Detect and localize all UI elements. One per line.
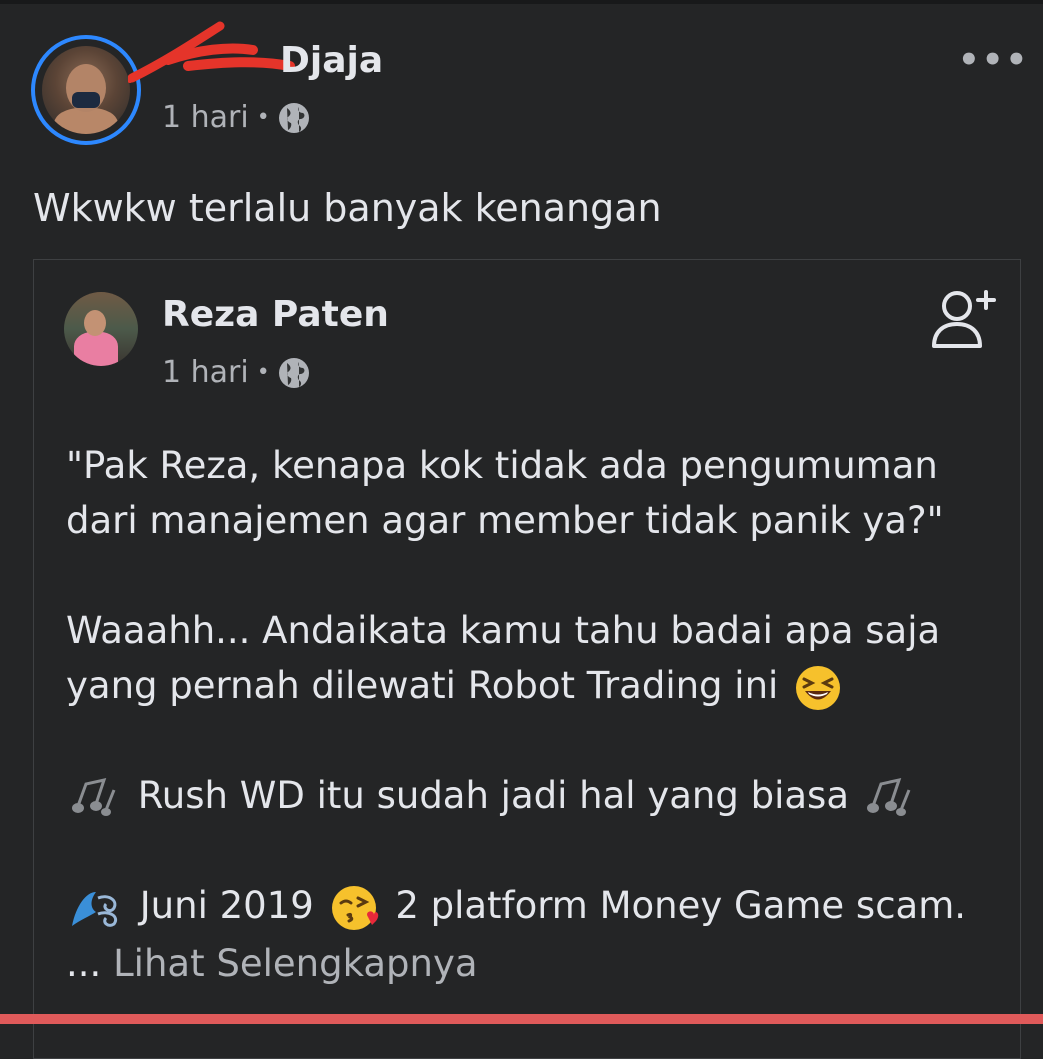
body-line: yang pernah dilewati Robot Trading ini <box>66 664 779 707</box>
top-edge <box>0 0 1043 4</box>
post-time[interactable]: 1 hari <box>162 100 249 135</box>
post-meta: 1 hari • <box>162 100 310 135</box>
body-line: 2 platform Money Game scam. <box>395 884 967 927</box>
see-more-link[interactable]: ... Lihat Selengkapnya <box>66 942 478 985</box>
shared-meta-separator: • <box>256 360 270 385</box>
meta-separator: • <box>256 105 270 130</box>
author-name[interactable]: Djaja <box>280 40 383 81</box>
body-line: dari manajemen agar member tidak panik y… <box>66 499 944 542</box>
shared-post-meta: 1 hari • <box>162 355 310 390</box>
bottom-edge <box>0 1014 1043 1024</box>
body-line: "Pak Reza, kenapa kok tidak ada pengumum… <box>66 444 938 487</box>
body-line-with-emoji: Rush WD itu sudah jadi hal yang biasa <box>66 768 1006 823</box>
post-text: Wkwkw terlalu banyak kenangan <box>33 186 662 230</box>
see-more-label[interactable]: Lihat Selengkapnya <box>113 942 477 985</box>
add-friend-icon[interactable] <box>925 286 999 352</box>
body-line: Juni 2019 <box>139 884 314 927</box>
author-photo <box>42 46 130 134</box>
grinning-squinting-face-icon <box>796 665 841 710</box>
shared-author-avatar[interactable] <box>64 292 138 366</box>
body-line: Rush WD itu sudah jadi hal yang biasa <box>137 774 849 817</box>
author-avatar[interactable] <box>31 35 141 145</box>
face-blowing-kiss-icon <box>331 885 378 930</box>
shared-post-body: "Pak Reza, kenapa kok tidak ada pengumum… <box>66 438 1006 933</box>
globe-icon[interactable] <box>278 102 310 134</box>
body-line-with-emoji: Juni 2019 2 platform Money Game scam. <box>64 878 1006 933</box>
wave-icon <box>72 891 117 927</box>
redaction-scribble <box>128 21 295 83</box>
shared-author-name[interactable]: Reza Paten <box>162 294 389 335</box>
body-line: Waaahh... Andaikata kamu tahu badai apa … <box>66 609 941 652</box>
shared-post-time[interactable]: 1 hari <box>162 355 249 390</box>
more-options-button[interactable]: ••• <box>958 40 1029 80</box>
music-notes-icon <box>866 777 911 816</box>
body-line-with-emoji: yang pernah dilewati Robot Trading ini <box>66 658 1006 713</box>
see-more-ellipsis: ... <box>66 942 102 985</box>
globe-icon[interactable] <box>278 357 310 389</box>
music-notes-icon <box>72 777 116 816</box>
